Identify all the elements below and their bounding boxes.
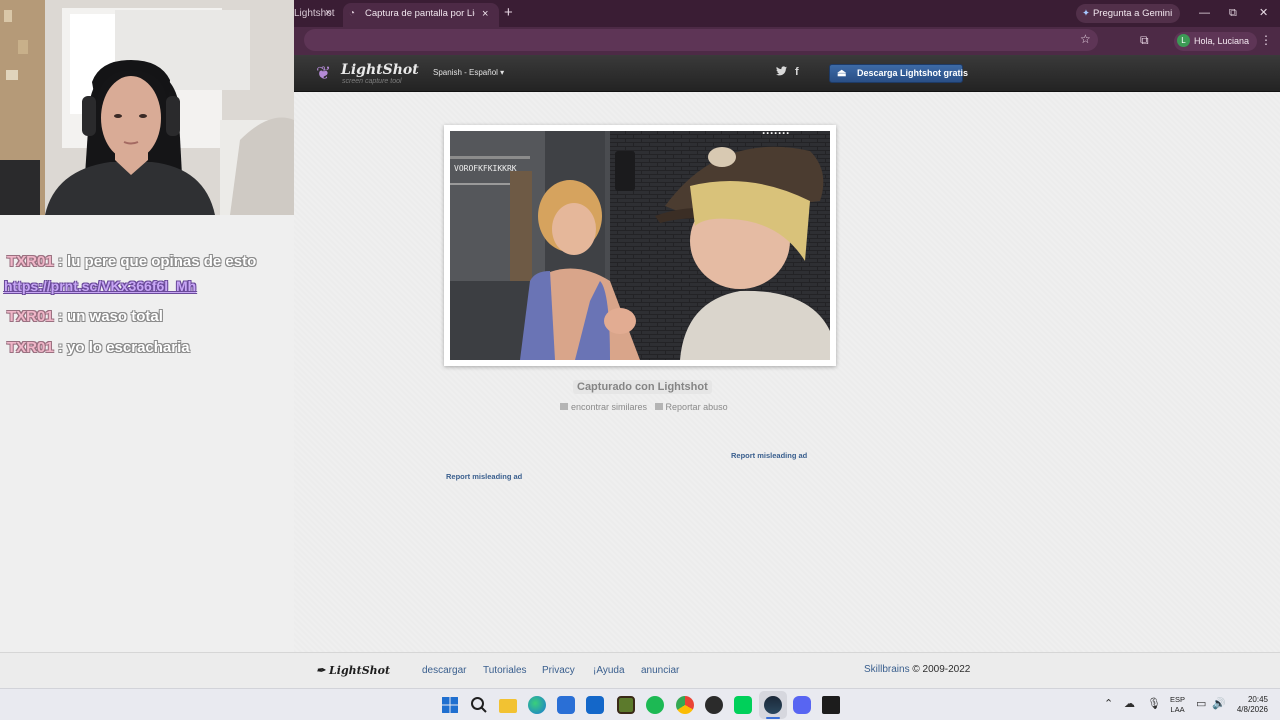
lightshot-page-body: VOROFKFKIKKRK ······· Capturado con Ligh… (294, 92, 1280, 652)
image-actions: encontrar similares Reportar abuso (560, 402, 728, 412)
screenshot-overlay-text: VOROFKFKIKKRK (454, 164, 517, 173)
onedrive-icon[interactable]: ☁ (1124, 698, 1135, 711)
spotify-icon[interactable] (646, 696, 664, 714)
chevron-up-icon[interactable]: ⌃ (1104, 698, 1113, 711)
footer-link-download[interactable]: descargar (422, 665, 466, 676)
screenshot-frame: VOROFKFKIKKRK ······· (444, 125, 836, 366)
chat-message: TXR01 : lu pere que opinas de esto (7, 253, 256, 270)
footer-link-tutorials[interactable]: Tutoriales (483, 665, 527, 676)
chat-text: lu pere que opinas de esto (67, 253, 257, 270)
volume-icon[interactable]: 🔊 (1212, 698, 1226, 711)
clock-time: 20:45 (1247, 695, 1268, 704)
bookmark-star-icon[interactable]: ☆ (1080, 32, 1091, 46)
screenshot-illustration: VOROFKFKIKKRK ······· (450, 131, 830, 360)
chat-username: TXR01 (7, 339, 54, 356)
chat-link[interactable]: https://prnt.sc/VKx366f6l_Mh (4, 278, 196, 294)
report-ad-link-2[interactable]: Report misleading ad (446, 472, 522, 481)
copyright: Skillbrains © 2009-2022 (864, 664, 970, 675)
download-lightshot-button[interactable]: ⏏ Descarga Lightshot gratis (829, 64, 968, 83)
report-abuse-link[interactable]: Reportar abuso (666, 402, 728, 412)
menu-dots-icon[interactable]: ⋮ (1260, 33, 1272, 47)
logo-name: LightShot (341, 62, 419, 78)
edge-icon[interactable] (528, 696, 546, 714)
gemini-button[interactable]: ✦ Pregunta a Gemini (1076, 4, 1181, 23)
discord-icon[interactable] (793, 696, 811, 714)
language-bottom: LAA (1170, 705, 1185, 714)
microphone-icon[interactable]: 🎙 (1147, 698, 1161, 711)
footer-logo-text: LightShot (329, 664, 391, 677)
overwolf-icon[interactable] (734, 696, 752, 714)
language-select[interactable]: Spanish - Español ▾ (433, 68, 504, 77)
profile-button[interactable]: L Hola, Luciana (1174, 32, 1258, 51)
tab-close-icon[interactable]: × (325, 0, 331, 27)
network-icon[interactable]: ▭ (1196, 698, 1206, 711)
logo-tagline: screen capture tool (342, 78, 402, 85)
report-ad-link-1[interactable]: Report misleading ad (731, 451, 807, 460)
gemini-label: Pregunta a Gemini (1092, 8, 1173, 19)
chat-message: TXR01 : un waso total (7, 308, 163, 325)
lightshot-footer: ✒ LightShot descargar Tutoriales Privacy… (0, 652, 1280, 688)
download-label: Descarga Lightshot gratis (857, 68, 969, 78)
screenshot-corner-text: ······· (762, 131, 790, 140)
chat-username: TXR01 (7, 253, 54, 270)
minimize-button[interactable]: — (1199, 4, 1210, 22)
windows-taskbar: ⌃ ☁ 🎙 ESP LAA ▭ 🔊 20:45 4/8/2026 (0, 688, 1280, 720)
epic-games-icon[interactable] (822, 696, 840, 714)
clock-date: 4/8/2026 (1236, 705, 1268, 714)
capture-caption: Capturado con Lightshot (573, 380, 712, 394)
close-window-button[interactable]: ✕ (1259, 4, 1268, 22)
language-top: ESP (1170, 695, 1186, 704)
tab-title: Captura de pantalla por Lightshot (365, 8, 475, 19)
find-similar-link[interactable]: encontrar similares (571, 402, 647, 412)
footer-link-privacy[interactable]: Privacy (542, 665, 575, 676)
chat-separator: : (53, 253, 68, 270)
loading-icon: ◔ (349, 8, 356, 19)
facebook-icon[interactable]: f (795, 66, 799, 78)
language-indicator[interactable]: ESP LAA (1170, 695, 1185, 715)
copyright-years: © 2009-2022 (912, 664, 971, 675)
tab-close-icon[interactable]: × (482, 3, 488, 25)
restore-button[interactable]: ⧉ (1229, 4, 1237, 22)
feather-icon: ❦ (316, 63, 332, 83)
download-icon: ⏏ (837, 68, 847, 79)
tab-lightshot-active[interactable]: ◔ Captura de pantalla por Lightshot × (343, 3, 499, 27)
flag-icon (654, 403, 663, 411)
avatar: L (1177, 34, 1190, 48)
chrome-icon[interactable] (676, 696, 694, 714)
image-icon (560, 403, 568, 411)
chat-message: TXR01 : yo lo escracharia (7, 339, 190, 356)
webcam-image (0, 0, 294, 215)
chat-separator: : (53, 339, 68, 356)
tab-lightshot-previous[interactable]: Lightshot × (294, 0, 342, 27)
search-icon[interactable] (470, 696, 488, 714)
footer-logo[interactable]: ✒ LightShot (316, 664, 390, 677)
active-app-indicator (766, 717, 780, 719)
address-bar[interactable]: ☆ (304, 29, 1098, 51)
chat-text: un waso total (67, 308, 163, 325)
footer-link-advertise[interactable]: anunciar (641, 665, 679, 676)
screenshot-image[interactable]: VOROFKFKIKKRK ······· (450, 131, 830, 360)
new-tab-button[interactable]: + (504, 4, 513, 22)
store-icon[interactable] (557, 696, 575, 714)
windows-start-icon[interactable] (441, 696, 459, 714)
file-explorer-icon[interactable] (499, 699, 517, 713)
twitter-icon[interactable] (776, 66, 787, 79)
chat-separator: : (53, 308, 68, 325)
gemini-icon: ✦ (1082, 8, 1090, 19)
profile-label: Hola, Luciana (1194, 36, 1250, 46)
company-link[interactable]: Skillbrains (864, 664, 910, 675)
webcam-overlay (0, 0, 294, 215)
clock[interactable]: 20:45 4/8/2026 (1230, 695, 1268, 715)
footer-link-help[interactable]: ¡Ayuda (593, 665, 625, 676)
lightshot-header: ❦ LightShot screen capture tool Spanish … (294, 55, 1280, 92)
steam-icon[interactable] (764, 696, 782, 714)
outlook-icon[interactable] (586, 696, 604, 714)
chat-username: TXR01 (7, 308, 54, 325)
browser-toolbar: ☆ ⧉ L Hola, Luciana ⋮ (294, 27, 1280, 55)
minecraft-icon[interactable] (617, 696, 635, 714)
chat-text: yo lo escracharia (67, 339, 190, 356)
obs-icon[interactable] (705, 696, 723, 714)
extensions-icon[interactable]: ⧉ (1140, 33, 1149, 47)
